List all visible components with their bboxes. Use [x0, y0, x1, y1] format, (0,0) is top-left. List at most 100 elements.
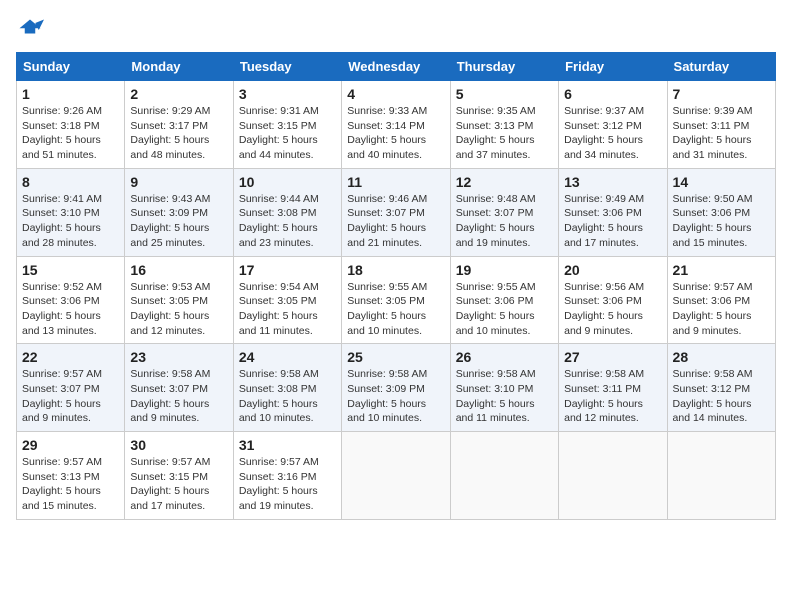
day-number: 17: [239, 262, 336, 278]
day-number: 1: [22, 86, 119, 102]
calendar-cell: 22Sunrise: 9:57 AMSunset: 3:07 PMDayligh…: [17, 344, 125, 432]
weekday-header-friday: Friday: [559, 53, 667, 81]
day-info: Sunrise: 9:37 AMSunset: 3:12 PMDaylight:…: [564, 104, 661, 163]
calendar-cell: 31Sunrise: 9:57 AMSunset: 3:16 PMDayligh…: [233, 432, 341, 520]
calendar-cell: 10 Sunrise: 9:44 AMSunset: 3:08 PMDayligh…: [233, 168, 341, 256]
calendar-cell: 19 Sunrise: 9:55 AMSunset: 3:06 PMDayligh…: [450, 256, 558, 344]
day-number: 2: [130, 86, 227, 102]
weekday-header-tuesday: Tuesday: [233, 53, 341, 81]
day-number: 11: [347, 174, 444, 190]
day-info: Sunrise: 9:53 AMSunset: 3:05 PMDaylight:…: [130, 280, 227, 339]
day-number: 3: [239, 86, 336, 102]
day-info: Sunrise: 9:58 AMSunset: 3:07 PMDaylight:…: [130, 367, 227, 426]
calendar-week-5: 29 Sunrise: 9:57 AMSunset: 3:13 PMDayligh…: [17, 432, 776, 520]
day-info: Sunrise: 9:33 AMSunset: 3:14 PMDaylight:…: [347, 104, 444, 163]
calendar-cell: 30 Sunrise: 9:57 AMSunset: 3:15 PMDayligh…: [125, 432, 233, 520]
calendar-cell: 15 Sunrise: 9:52 AMSunset: 3:06 PMDayligh…: [17, 256, 125, 344]
day-info: Sunrise: 9:39 AMSunset: 3:11 PMDaylight:…: [673, 104, 770, 163]
day-info: Sunrise: 9:52 AMSunset: 3:06 PMDaylight:…: [22, 280, 119, 339]
calendar-cell: 20 Sunrise: 9:56 AMSunset: 3:06 PMDayligh…: [559, 256, 667, 344]
calendar-cell: 7 Sunrise: 9:39 AMSunset: 3:11 PMDaylight…: [667, 81, 775, 169]
day-info: Sunrise: 9:57 AMSunset: 3:13 PMDaylight:…: [22, 455, 119, 514]
day-number: 8: [22, 174, 119, 190]
day-info: Sunrise: 9:29 AMSunset: 3:17 PMDaylight:…: [130, 104, 227, 163]
day-info: Sunrise: 9:58 AMSunset: 3:12 PMDaylight:…: [673, 367, 770, 426]
day-number: 24: [239, 349, 336, 365]
calendar-cell: [450, 432, 558, 520]
calendar-header: SundayMondayTuesdayWednesdayThursdayFrid…: [17, 53, 776, 81]
day-info: Sunrise: 9:54 AMSunset: 3:05 PMDaylight:…: [239, 280, 336, 339]
day-info: Sunrise: 9:57 AMSunset: 3:06 PMDaylight:…: [673, 280, 770, 339]
day-info: Sunrise: 9:57 AMSunset: 3:15 PMDaylight:…: [130, 455, 227, 514]
day-info: Sunrise: 9:58 AMSunset: 3:09 PMDaylight:…: [347, 367, 444, 426]
day-number: 18: [347, 262, 444, 278]
day-number: 5: [456, 86, 553, 102]
day-info: Sunrise: 9:26 AMSunset: 3:18 PMDaylight:…: [22, 104, 119, 163]
day-info: Sunrise: 9:58 AMSunset: 3:11 PMDaylight:…: [564, 367, 661, 426]
day-number: 16: [130, 262, 227, 278]
calendar-cell: 17 Sunrise: 9:54 AMSunset: 3:05 PMDayligh…: [233, 256, 341, 344]
day-number: 23: [130, 349, 227, 365]
calendar-cell: 18 Sunrise: 9:55 AMSunset: 3:05 PMDayligh…: [342, 256, 450, 344]
calendar-cell: 12 Sunrise: 9:48 AMSunset: 3:07 PMDayligh…: [450, 168, 558, 256]
calendar-cell: 11 Sunrise: 9:46 AMSunset: 3:07 PMDayligh…: [342, 168, 450, 256]
day-info: Sunrise: 9:57 AMSunset: 3:07 PMDaylight:…: [22, 367, 119, 426]
logo-icon: [16, 16, 44, 44]
calendar-cell: 28 Sunrise: 9:58 AMSunset: 3:12 PMDayligh…: [667, 344, 775, 432]
day-number: 13: [564, 174, 661, 190]
weekday-header-wednesday: Wednesday: [342, 53, 450, 81]
day-number: 14: [673, 174, 770, 190]
weekday-header-monday: Monday: [125, 53, 233, 81]
calendar-cell: 23 Sunrise: 9:58 AMSunset: 3:07 PMDayligh…: [125, 344, 233, 432]
day-info: Sunrise: 9:58 AMSunset: 3:08 PMDaylight:…: [239, 367, 336, 426]
calendar-cell: 29 Sunrise: 9:57 AMSunset: 3:13 PMDayligh…: [17, 432, 125, 520]
day-number: 7: [673, 86, 770, 102]
calendar-body: 1 Sunrise: 9:26 AMSunset: 3:18 PMDaylight…: [17, 81, 776, 520]
calendar-cell: 2 Sunrise: 9:29 AMSunset: 3:17 PMDaylight…: [125, 81, 233, 169]
day-info: Sunrise: 9:44 AMSunset: 3:08 PMDaylight:…: [239, 192, 336, 251]
day-info: Sunrise: 9:48 AMSunset: 3:07 PMDaylight:…: [456, 192, 553, 251]
day-number: 26: [456, 349, 553, 365]
calendar-cell: 3 Sunrise: 9:31 AMSunset: 3:15 PMDaylight…: [233, 81, 341, 169]
calendar-cell: 4 Sunrise: 9:33 AMSunset: 3:14 PMDaylight…: [342, 81, 450, 169]
day-number: 29: [22, 437, 119, 453]
day-info: Sunrise: 9:46 AMSunset: 3:07 PMDaylight:…: [347, 192, 444, 251]
weekday-header-thursday: Thursday: [450, 53, 558, 81]
calendar-week-2: 8Sunrise: 9:41 AMSunset: 3:10 PMDaylight…: [17, 168, 776, 256]
day-info: Sunrise: 9:56 AMSunset: 3:06 PMDaylight:…: [564, 280, 661, 339]
day-info: Sunrise: 9:55 AMSunset: 3:06 PMDaylight:…: [456, 280, 553, 339]
calendar-cell: 5 Sunrise: 9:35 AMSunset: 3:13 PMDaylight…: [450, 81, 558, 169]
day-number: 21: [673, 262, 770, 278]
calendar-cell: 13 Sunrise: 9:49 AMSunset: 3:06 PMDayligh…: [559, 168, 667, 256]
calendar-cell: 26 Sunrise: 9:58 AMSunset: 3:10 PMDayligh…: [450, 344, 558, 432]
day-number: 4: [347, 86, 444, 102]
weekday-header-saturday: Saturday: [667, 53, 775, 81]
day-info: Sunrise: 9:49 AMSunset: 3:06 PMDaylight:…: [564, 192, 661, 251]
day-number: 12: [456, 174, 553, 190]
calendar-week-3: 15 Sunrise: 9:52 AMSunset: 3:06 PMDayligh…: [17, 256, 776, 344]
day-number: 30: [130, 437, 227, 453]
day-number: 19: [456, 262, 553, 278]
day-number: 15: [22, 262, 119, 278]
day-number: 28: [673, 349, 770, 365]
day-info: Sunrise: 9:55 AMSunset: 3:05 PMDaylight:…: [347, 280, 444, 339]
day-number: 20: [564, 262, 661, 278]
calendar-cell: [342, 432, 450, 520]
day-number: 10: [239, 174, 336, 190]
calendar-week-1: 1 Sunrise: 9:26 AMSunset: 3:18 PMDaylight…: [17, 81, 776, 169]
calendar-cell: 16 Sunrise: 9:53 AMSunset: 3:05 PMDayligh…: [125, 256, 233, 344]
calendar-table: SundayMondayTuesdayWednesdayThursdayFrid…: [16, 52, 776, 520]
day-info: Sunrise: 9:35 AMSunset: 3:13 PMDaylight:…: [456, 104, 553, 163]
calendar-cell: [559, 432, 667, 520]
day-info: Sunrise: 9:31 AMSunset: 3:15 PMDaylight:…: [239, 104, 336, 163]
logo: [16, 16, 48, 44]
calendar-week-4: 22Sunrise: 9:57 AMSunset: 3:07 PMDayligh…: [17, 344, 776, 432]
day-number: 25: [347, 349, 444, 365]
day-info: Sunrise: 9:50 AMSunset: 3:06 PMDaylight:…: [673, 192, 770, 251]
day-info: Sunrise: 9:58 AMSunset: 3:10 PMDaylight:…: [456, 367, 553, 426]
weekday-header-sunday: Sunday: [17, 53, 125, 81]
calendar-cell: [667, 432, 775, 520]
calendar-cell: 25 Sunrise: 9:58 AMSunset: 3:09 PMDayligh…: [342, 344, 450, 432]
day-number: 31: [239, 437, 336, 453]
calendar-cell: 8Sunrise: 9:41 AMSunset: 3:10 PMDaylight…: [17, 168, 125, 256]
